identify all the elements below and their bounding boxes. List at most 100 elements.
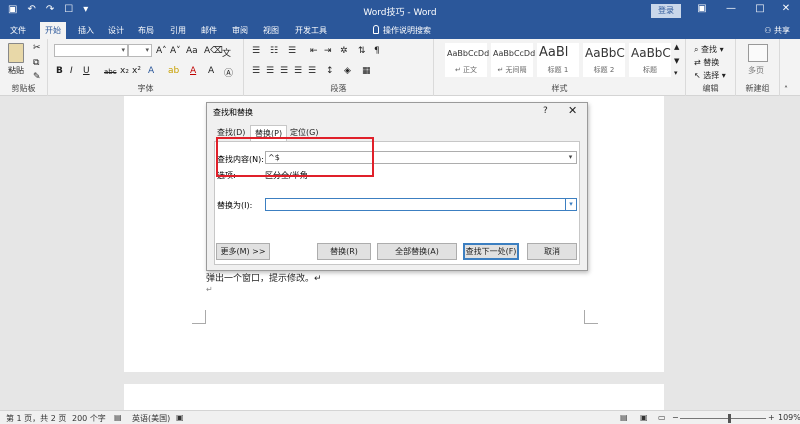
- find-button[interactable]: ⌕ 查找 ▾: [694, 44, 724, 55]
- multi-page-label[interactable]: 多页: [748, 65, 764, 76]
- replace-all-button[interactable]: 全部替换(A): [377, 243, 457, 260]
- tab-home[interactable]: 开始: [40, 22, 66, 39]
- bullets-icon[interactable]: ☰: [252, 46, 260, 56]
- align-right-icon[interactable]: ☰: [280, 66, 288, 76]
- superscript-icon[interactable]: x²: [132, 66, 141, 76]
- style-name: 标题: [643, 66, 657, 74]
- style-normal[interactable]: AaBbCcDd ↵ 正文: [444, 42, 489, 78]
- proofing-icon[interactable]: ▤: [114, 413, 122, 422]
- zoom-slider-thumb[interactable]: [728, 414, 731, 423]
- style-no-spacing[interactable]: AaBbCcDd ↵ 无间隔: [490, 42, 535, 78]
- increase-indent-icon[interactable]: ⇥: [324, 46, 332, 56]
- tab-layout[interactable]: 布局: [138, 25, 154, 36]
- close-icon[interactable]: ✕: [568, 104, 577, 117]
- select-button[interactable]: ↖ 选择 ▾: [694, 70, 726, 81]
- shading-icon[interactable]: ◈: [344, 66, 351, 76]
- ribbon-display-icon[interactable]: ▣: [692, 3, 712, 14]
- replace-button[interactable]: ⇄ 替换: [694, 57, 719, 68]
- zoom-out-icon[interactable]: −: [672, 413, 679, 422]
- style-heading-2[interactable]: AaBbC 标题 2: [582, 42, 626, 78]
- multilevel-list-icon[interactable]: ☰: [288, 46, 296, 56]
- document-text[interactable]: 弹出一个窗口，提示修改。↵: [206, 271, 322, 284]
- macro-record-icon[interactable]: ▣: [176, 413, 184, 422]
- page-count[interactable]: 第 1 页，共 2 页: [6, 413, 66, 424]
- strikethrough-icon[interactable]: abc: [104, 68, 117, 76]
- styles-scroll-down-icon[interactable]: ▼: [674, 57, 679, 65]
- style-title[interactable]: AaBbC 标题: [628, 42, 672, 78]
- subscript-icon[interactable]: x₂: [120, 66, 129, 76]
- highlight-icon[interactable]: ab: [168, 66, 179, 76]
- line-spacing-icon[interactable]: ↕: [326, 66, 334, 76]
- multi-page-icon[interactable]: [748, 44, 768, 62]
- styles-scroll-up-icon[interactable]: ▲: [674, 43, 679, 51]
- font-size-select[interactable]: ▾: [128, 44, 152, 57]
- tab-review[interactable]: 审阅: [232, 25, 248, 36]
- language-status[interactable]: 英语(美国): [132, 413, 170, 424]
- collapse-ribbon-icon[interactable]: ˄: [784, 85, 788, 94]
- close-button[interactable]: ✕: [776, 3, 796, 14]
- tab-mailings[interactable]: 邮件: [201, 25, 217, 36]
- help-icon[interactable]: ?: [543, 106, 548, 116]
- paste-icon[interactable]: [8, 43, 24, 63]
- italic-icon[interactable]: I: [70, 66, 73, 76]
- change-case-icon[interactable]: Aa: [186, 46, 198, 56]
- chinese-layout-icon[interactable]: ✲: [340, 46, 348, 56]
- tell-me-search[interactable]: 操作说明搜索: [373, 25, 431, 36]
- zoom-level[interactable]: 109%: [778, 413, 800, 422]
- align-center-icon[interactable]: ☰: [266, 66, 274, 76]
- bold-icon[interactable]: B: [56, 66, 63, 76]
- copy-icon[interactable]: ⧉: [33, 58, 39, 68]
- style-heading-1[interactable]: AaBl 标题 1: [536, 42, 580, 78]
- font-name-select[interactable]: ▾: [54, 44, 128, 57]
- clear-format-icon[interactable]: A⌫: [204, 46, 223, 56]
- distributed-icon[interactable]: ☰: [308, 66, 316, 76]
- replace-button[interactable]: 替换(R): [317, 243, 371, 260]
- grow-font-icon[interactable]: A˄: [156, 46, 167, 56]
- align-left-icon[interactable]: ☰: [252, 66, 260, 76]
- text-effects-icon[interactable]: A: [148, 66, 154, 76]
- more-button[interactable]: 更多(M) >>: [216, 243, 270, 260]
- restore-button[interactable]: □: [750, 3, 770, 14]
- style-sample: AaBbC: [631, 46, 671, 60]
- word-count[interactable]: 200 个字: [72, 413, 106, 424]
- document-page-2[interactable]: [124, 384, 664, 410]
- underline-icon[interactable]: U: [83, 66, 90, 76]
- justify-icon[interactable]: ☰: [294, 66, 302, 76]
- phonetic-guide-icon[interactable]: 文: [222, 46, 231, 59]
- font-color-icon[interactable]: A: [190, 66, 196, 76]
- enclose-char-icon[interactable]: Ⓐ: [224, 66, 233, 79]
- login-button[interactable]: 登录: [651, 4, 681, 18]
- tab-view[interactable]: 视图: [263, 25, 279, 36]
- tell-me-label: 操作说明搜索: [383, 26, 431, 35]
- find-next-button[interactable]: 查找下一处(F): [463, 243, 519, 260]
- shrink-font-icon[interactable]: A˅: [170, 46, 181, 56]
- numbering-icon[interactable]: ☷: [270, 46, 278, 56]
- format-painter-icon[interactable]: ✎: [33, 72, 41, 82]
- char-shading-icon[interactable]: A: [208, 66, 214, 76]
- show-marks-icon[interactable]: ¶: [374, 46, 380, 56]
- replace-with-input[interactable]: ▾: [265, 198, 577, 211]
- paste-label[interactable]: 粘贴: [8, 65, 24, 76]
- cancel-button[interactable]: 取消: [527, 243, 577, 260]
- tab-developer[interactable]: 开发工具: [295, 25, 327, 36]
- tab-file[interactable]: 文件: [10, 25, 26, 36]
- tab-design[interactable]: 设计: [108, 25, 124, 36]
- web-layout-icon[interactable]: ▭: [658, 413, 666, 422]
- dialog-title: 查找和替换: [213, 108, 253, 117]
- minimize-button[interactable]: —: [721, 3, 741, 14]
- share-button[interactable]: ⚇ 共享: [764, 25, 790, 36]
- zoom-slider[interactable]: [680, 418, 766, 419]
- zoom-in-icon[interactable]: +: [768, 413, 775, 422]
- tab-insert[interactable]: 插入: [78, 25, 94, 36]
- sort-icon[interactable]: ⇅: [358, 46, 366, 56]
- styles-more-icon[interactable]: ▾: [674, 69, 678, 77]
- borders-icon[interactable]: ▦: [362, 66, 371, 76]
- read-mode-icon[interactable]: ▤: [620, 413, 628, 422]
- chevron-down-icon[interactable]: ▾: [565, 152, 576, 163]
- tab-references[interactable]: 引用: [170, 25, 186, 36]
- chevron-down-icon[interactable]: ▾: [565, 199, 576, 210]
- find-replace-dialog: 查找和替换 ? ✕ 查找(D) 替换(P) 定位(G) 查找内容(N): ^$ …: [206, 102, 588, 271]
- print-layout-icon[interactable]: ▣: [640, 413, 648, 422]
- cut-icon[interactable]: ✂: [33, 43, 41, 53]
- decrease-indent-icon[interactable]: ⇤: [310, 46, 318, 56]
